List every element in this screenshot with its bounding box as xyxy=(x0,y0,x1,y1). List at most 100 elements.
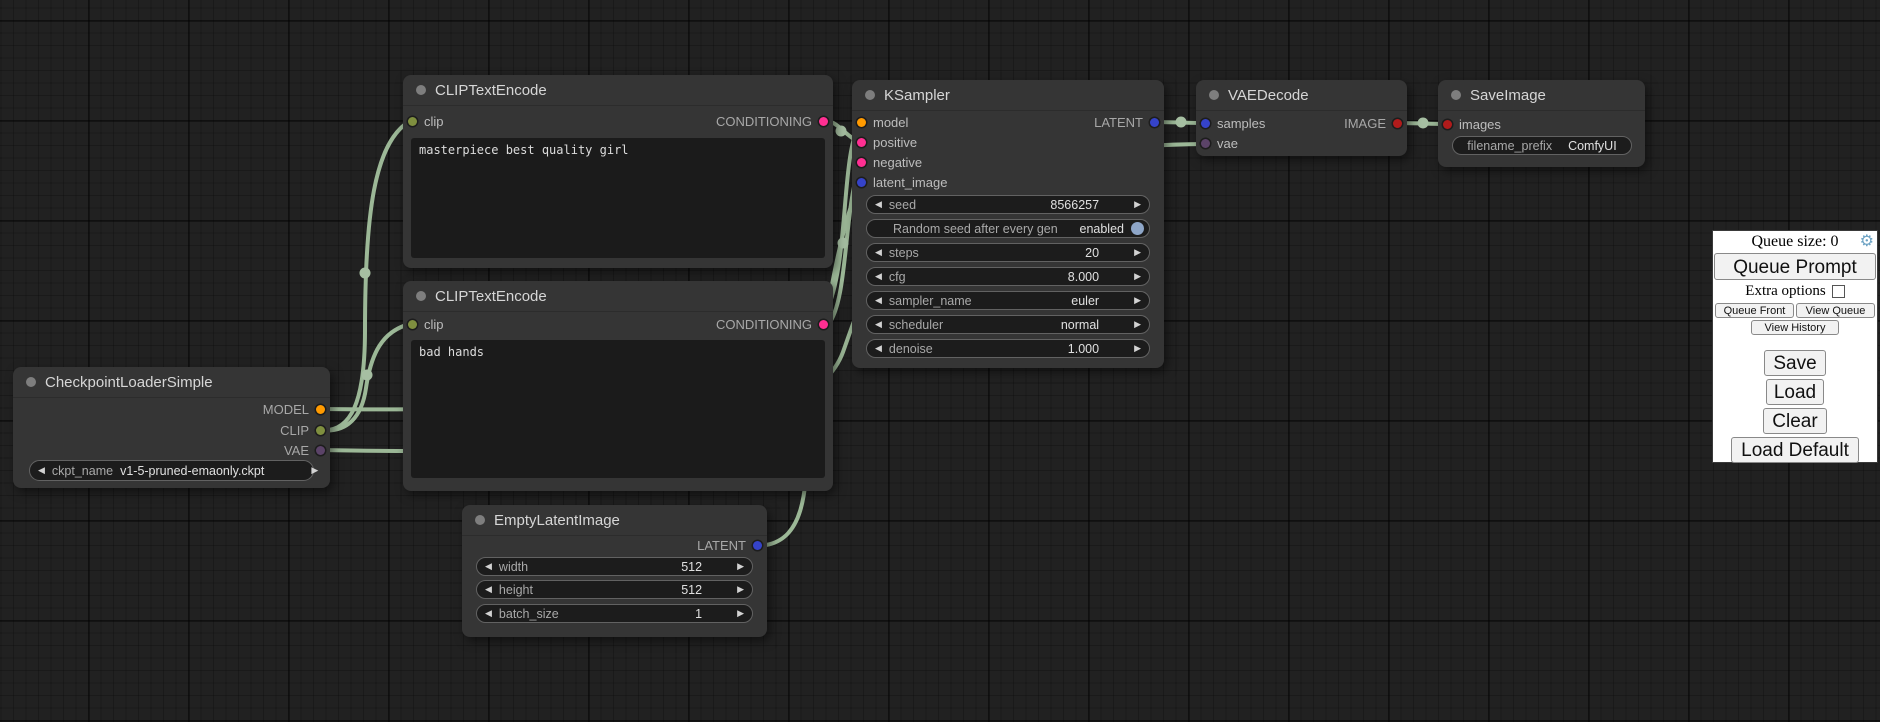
toggle-dot[interactable] xyxy=(1131,222,1144,235)
slot-dot-image[interactable] xyxy=(1393,119,1402,128)
decrement-arrow-icon[interactable]: ◀ xyxy=(875,296,882,305)
decrement-arrow-icon[interactable]: ◀ xyxy=(485,585,492,594)
collapse-dot-icon[interactable] xyxy=(416,85,426,95)
node-clip-text-encode-positive[interactable]: CLIPTextEncode clip CONDITIONING masterp… xyxy=(403,75,833,268)
decrement-arrow-icon[interactable]: ◀ xyxy=(875,320,882,329)
slot-dot-conditioning[interactable] xyxy=(819,320,828,329)
cfg-stepper[interactable]: ◀ cfg 8.000 ▶ xyxy=(866,267,1150,286)
filename-prefix-field[interactable]: filename_prefix ComfyUI xyxy=(1452,136,1632,155)
output-slot-latent[interactable]: LATENT xyxy=(1094,113,1159,131)
output-slot-clip[interactable]: CLIP xyxy=(280,421,325,439)
node-title-bar[interactable]: CheckpointLoaderSimple xyxy=(13,367,330,398)
node-checkpoint-loader[interactable]: CheckpointLoaderSimple MODEL CLIP VAE ◀ … xyxy=(13,367,330,488)
slot-dot-conditioning[interactable] xyxy=(819,117,828,126)
batch-size-stepper[interactable]: ◀ batch_size 1 ▶ xyxy=(476,604,753,623)
queue-prompt-button[interactable]: Queue Prompt xyxy=(1714,253,1876,280)
ckpt-name-combo[interactable]: ◀ ckpt_name v1-5-pruned-emaonly.ckpt ▶ xyxy=(29,460,314,481)
output-slot-latent[interactable]: LATENT xyxy=(697,536,762,554)
input-slot-clip[interactable]: clip xyxy=(408,315,444,333)
node-title-bar[interactable]: CLIPTextEncode xyxy=(403,281,833,312)
collapse-dot-icon[interactable] xyxy=(1451,90,1461,100)
slot-dot-model[interactable] xyxy=(857,118,866,127)
input-slot-model[interactable]: model xyxy=(857,113,908,131)
node-title-bar[interactable]: KSampler xyxy=(852,80,1164,111)
decrement-arrow-icon[interactable]: ◀ xyxy=(875,272,882,281)
node-title-bar[interactable]: EmptyLatentImage xyxy=(462,505,767,536)
output-slot-conditioning[interactable]: CONDITIONING xyxy=(716,315,828,333)
increment-arrow-icon[interactable]: ▶ xyxy=(311,466,318,475)
scheduler-combo[interactable]: ◀ scheduler normal ▶ xyxy=(866,315,1150,334)
steps-stepper[interactable]: ◀ steps 20 ▶ xyxy=(866,243,1150,262)
output-slot-conditioning[interactable]: CONDITIONING xyxy=(716,112,828,130)
node-save-image[interactable]: SaveImage images filename_prefix ComfyUI xyxy=(1438,80,1645,167)
slot-dot-vae[interactable] xyxy=(316,446,325,455)
load-button[interactable]: Load xyxy=(1766,379,1824,405)
increment-arrow-icon[interactable]: ▶ xyxy=(1134,296,1141,305)
slot-dot-images[interactable] xyxy=(1443,120,1452,129)
increment-arrow-icon[interactable]: ▶ xyxy=(737,562,744,571)
view-history-button[interactable]: View History xyxy=(1751,320,1839,335)
slot-dot-model[interactable] xyxy=(316,405,325,414)
node-empty-latent-image[interactable]: EmptyLatentImage LATENT ◀ width 512 ▶ ◀ … xyxy=(462,505,767,637)
height-stepper[interactable]: ◀ height 512 ▶ xyxy=(476,580,753,599)
sampler-name-combo[interactable]: ◀ sampler_name euler ▶ xyxy=(866,291,1150,310)
extra-options-checkbox[interactable] xyxy=(1832,285,1845,298)
output-slot-image[interactable]: IMAGE xyxy=(1344,114,1402,132)
collapse-dot-icon[interactable] xyxy=(416,291,426,301)
decrement-arrow-icon[interactable]: ◀ xyxy=(875,344,882,353)
input-slot-images[interactable]: images xyxy=(1443,115,1501,133)
collapse-dot-icon[interactable] xyxy=(26,377,36,387)
slot-dot-clip[interactable] xyxy=(316,426,325,435)
input-slot-vae[interactable]: vae xyxy=(1201,134,1238,152)
decrement-arrow-icon[interactable]: ◀ xyxy=(485,562,492,571)
node-vae-decode[interactable]: VAEDecode samples vae IMAGE xyxy=(1196,80,1407,156)
decrement-arrow-icon[interactable]: ◀ xyxy=(875,248,882,257)
increment-arrow-icon[interactable]: ▶ xyxy=(737,609,744,618)
slot-dot-vae[interactable] xyxy=(1201,139,1210,148)
input-slot-negative[interactable]: negative xyxy=(857,153,922,171)
input-slot-clip[interactable]: clip xyxy=(408,112,444,130)
node-title-bar[interactable]: CLIPTextEncode xyxy=(403,75,833,106)
settings-gear-icon[interactable]: ⚙ xyxy=(1860,234,1874,250)
increment-arrow-icon[interactable]: ▶ xyxy=(1134,248,1141,257)
denoise-stepper[interactable]: ◀ denoise 1.000 ▶ xyxy=(866,339,1150,358)
input-slot-positive[interactable]: positive xyxy=(857,133,917,151)
input-slot-latent-image[interactable]: latent_image xyxy=(857,173,947,191)
decrement-arrow-icon[interactable]: ◀ xyxy=(485,609,492,618)
random-seed-toggle[interactable]: Random seed after every gen enabled xyxy=(866,219,1150,238)
seed-stepper[interactable]: ◀ seed 8566257 ▶ xyxy=(866,195,1150,214)
slot-dot-latent[interactable] xyxy=(753,541,762,550)
slot-dot-negative[interactable] xyxy=(857,158,866,167)
node-title-bar[interactable]: SaveImage xyxy=(1438,80,1645,111)
slot-dot-clip[interactable] xyxy=(408,320,417,329)
increment-arrow-icon[interactable]: ▶ xyxy=(1134,344,1141,353)
decrement-arrow-icon[interactable]: ◀ xyxy=(38,466,45,475)
width-stepper[interactable]: ◀ width 512 ▶ xyxy=(476,557,753,576)
slot-dot-samples[interactable] xyxy=(1201,119,1210,128)
queue-front-button[interactable]: Queue Front xyxy=(1715,303,1794,318)
input-slot-samples[interactable]: samples xyxy=(1201,114,1265,132)
increment-arrow-icon[interactable]: ▶ xyxy=(1134,320,1141,329)
increment-arrow-icon[interactable]: ▶ xyxy=(1134,200,1141,209)
slot-dot-clip[interactable] xyxy=(408,117,417,126)
clear-button[interactable]: Clear xyxy=(1763,408,1827,434)
decrement-arrow-icon[interactable]: ◀ xyxy=(875,200,882,209)
slot-dot-positive[interactable] xyxy=(857,138,866,147)
increment-arrow-icon[interactable]: ▶ xyxy=(1134,272,1141,281)
output-slot-vae[interactable]: VAE xyxy=(284,441,325,459)
collapse-dot-icon[interactable] xyxy=(475,515,485,525)
load-default-button[interactable]: Load Default xyxy=(1731,437,1859,463)
node-ksampler[interactable]: KSampler model positive negative latent_… xyxy=(852,80,1164,368)
collapse-dot-icon[interactable] xyxy=(865,90,875,100)
view-queue-button[interactable]: View Queue xyxy=(1796,303,1875,318)
node-clip-text-encode-negative[interactable]: CLIPTextEncode clip CONDITIONING bad han… xyxy=(403,281,833,491)
slot-dot-latent[interactable] xyxy=(1150,118,1159,127)
node-title-bar[interactable]: VAEDecode xyxy=(1196,80,1407,111)
slot-dot-latent-image[interactable] xyxy=(857,178,866,187)
collapse-dot-icon[interactable] xyxy=(1209,90,1219,100)
negative-prompt-textarea[interactable]: bad hands xyxy=(411,340,825,478)
increment-arrow-icon[interactable]: ▶ xyxy=(737,585,744,594)
save-button[interactable]: Save xyxy=(1764,350,1826,376)
positive-prompt-textarea[interactable]: masterpiece best quality girl xyxy=(411,138,825,258)
output-slot-model[interactable]: MODEL xyxy=(263,400,325,418)
